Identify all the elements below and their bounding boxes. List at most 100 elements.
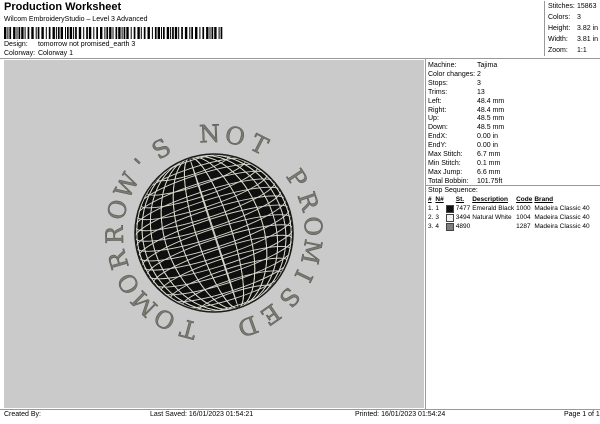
stop-table-header: # N# St. Description Code Brand	[428, 195, 592, 204]
machine-info-label: Up:	[428, 115, 439, 123]
machine-info-value: 48.4 mm	[477, 106, 505, 114]
stop-st: 4890	[455, 223, 471, 230]
created-by: Created By:	[4, 411, 41, 418]
machine-info-value: 6.6 mm	[477, 168, 501, 176]
arc-text-char: R	[103, 247, 135, 273]
stat-stitches: Stitches: 15863	[548, 3, 597, 10]
machine-info-value: 0.00 in	[477, 142, 499, 150]
arc-text-char: D	[234, 310, 262, 343]
stop-description	[472, 222, 516, 231]
stop-num: 2.	[428, 214, 434, 221]
stats-panel: Stitches: 15863 Colors: 3 Height: 3.82 in W…	[544, 1, 600, 56]
arc-text-char: R	[101, 225, 129, 245]
stop-swatch	[445, 213, 456, 222]
col-header-n: N#	[435, 196, 444, 203]
arc-text-char: T	[246, 129, 273, 161]
machine-info-label: EndX:	[428, 133, 448, 141]
arc-text-char: '	[129, 153, 154, 177]
machine-info-value: 0.1 mm	[477, 159, 501, 167]
machine-info-value: 13	[477, 88, 485, 96]
col-header-st: St.	[455, 196, 465, 203]
page-number: Page 1 of 1	[564, 411, 600, 418]
thread-color-swatch	[445, 213, 454, 222]
stop-n: 4	[435, 223, 440, 230]
thread-color-swatch	[445, 222, 454, 231]
machine-info-label: Color changes:	[428, 70, 476, 78]
stop-n: 1	[435, 205, 440, 212]
design-preview: T O M O R R O W ' S NOT PROMISED	[4, 60, 424, 408]
stop-st: 3494	[455, 214, 471, 221]
stop-num: 3.	[428, 223, 434, 230]
colorway-value: Colorway 1	[37, 50, 73, 57]
machine-info-label: Left:	[428, 97, 442, 105]
stop-row: 3. 4 4890 1287 Madeira Classic 40	[428, 222, 592, 231]
stop-divider	[426, 185, 600, 186]
machine-info-value: 6.7 mm	[477, 151, 501, 158]
stop-brand: Madeira Classic 40	[534, 223, 590, 230]
panel-divider	[425, 58, 426, 410]
stop-num: 1.	[428, 205, 434, 212]
design-value: tomorrow not promised_earth 3	[37, 41, 136, 48]
arc-text-char: E	[255, 298, 285, 331]
machine-info-label: Right:	[428, 106, 447, 114]
stop-sequence-table: # N# St. Description Code Brand 1. 1 7477 E…	[428, 195, 592, 231]
col-header-num: #	[428, 196, 432, 203]
stop-n: 3	[435, 214, 440, 221]
footer-divider	[0, 409, 600, 410]
design-row: Design: tomorrow not promised_earth 3	[4, 41, 135, 48]
machine-info-value: 101.75ft	[477, 177, 503, 185]
stat-zoom: Zoom: 1:1	[548, 47, 587, 54]
machine-info-value: 2	[477, 70, 481, 78]
stop-swatch	[445, 204, 456, 213]
machine-info-label: Down:	[428, 124, 448, 132]
stop-code: 1000	[516, 205, 531, 212]
stop-description: Natural White	[472, 214, 512, 221]
machine-info-label: Total Bobbin:	[428, 177, 469, 185]
machine-info-label: Stops:	[428, 79, 448, 87]
thread-color-swatch	[445, 204, 454, 213]
arc-text-char: O	[222, 120, 247, 152]
stop-swatch	[445, 222, 456, 231]
stop-row: 2. 3 3494 Natural White 1004 Madeira Classic …	[428, 213, 592, 222]
stop-st: 7477	[455, 205, 471, 212]
stop-brand: Madeira Classic 40	[534, 214, 590, 221]
colorway-label: Colorway:	[4, 50, 36, 57]
arc-text-char: R	[292, 188, 325, 215]
stop-description: Emerald Black	[472, 205, 515, 212]
stat-colors: Colors: 3	[548, 14, 581, 21]
machine-info-value: Tajima	[477, 62, 498, 69]
arc-text-char: S	[147, 133, 176, 165]
stat-width: Width: 3.81 in	[548, 36, 599, 43]
machine-info-label: Min Stitch:	[428, 159, 461, 167]
colorway-row: Colorway: Colorway 1	[4, 50, 73, 57]
arc-text-char: O	[298, 216, 327, 238]
arc-text-char: P	[281, 164, 313, 193]
stop-row: 1. 1 7477 Emerald Black 1000 Madeira Classic …	[428, 204, 592, 213]
machine-info-value: 48.4 mm	[477, 97, 505, 105]
stop-sequence-title: Stop Sequence:	[428, 187, 478, 194]
machine-info-value: 48.5 mm	[477, 115, 505, 123]
machine-info-label: Max Stitch:	[428, 151, 463, 158]
machine-info-value: 48.5 mm	[477, 124, 505, 132]
machine-info-label: Trims:	[428, 88, 448, 96]
production-worksheet: Production Worksheet Wilcom EmbroiderySt…	[0, 0, 600, 424]
col-header-description: Description	[472, 196, 508, 203]
stop-code: 1004	[516, 214, 531, 221]
arc-text-char: W	[109, 168, 146, 203]
barcode-image	[4, 27, 223, 39]
arc-text-char: N	[199, 120, 221, 149]
arc-text-char: T	[177, 313, 200, 344]
arc-text-char: M	[295, 237, 327, 266]
col-header-code: Code	[516, 196, 533, 203]
machine-info-value: 0.00 in	[477, 133, 499, 141]
arc-text-char: S	[273, 282, 305, 313]
col-header-swatch	[446, 195, 456, 204]
col-header-brand: Brand	[534, 196, 554, 203]
stop-brand: Madeira Classic 40	[534, 205, 590, 212]
machine-info-label: Machine:	[428, 62, 457, 69]
machine-info-value: 3	[477, 79, 481, 87]
machine-info-label: Max Jump:	[428, 168, 463, 176]
stat-height: Height: 3.82 in	[548, 25, 599, 32]
stop-code: 1287	[516, 223, 531, 230]
last-saved: Last Saved: 16/01/2023 01:54:21	[150, 411, 254, 418]
